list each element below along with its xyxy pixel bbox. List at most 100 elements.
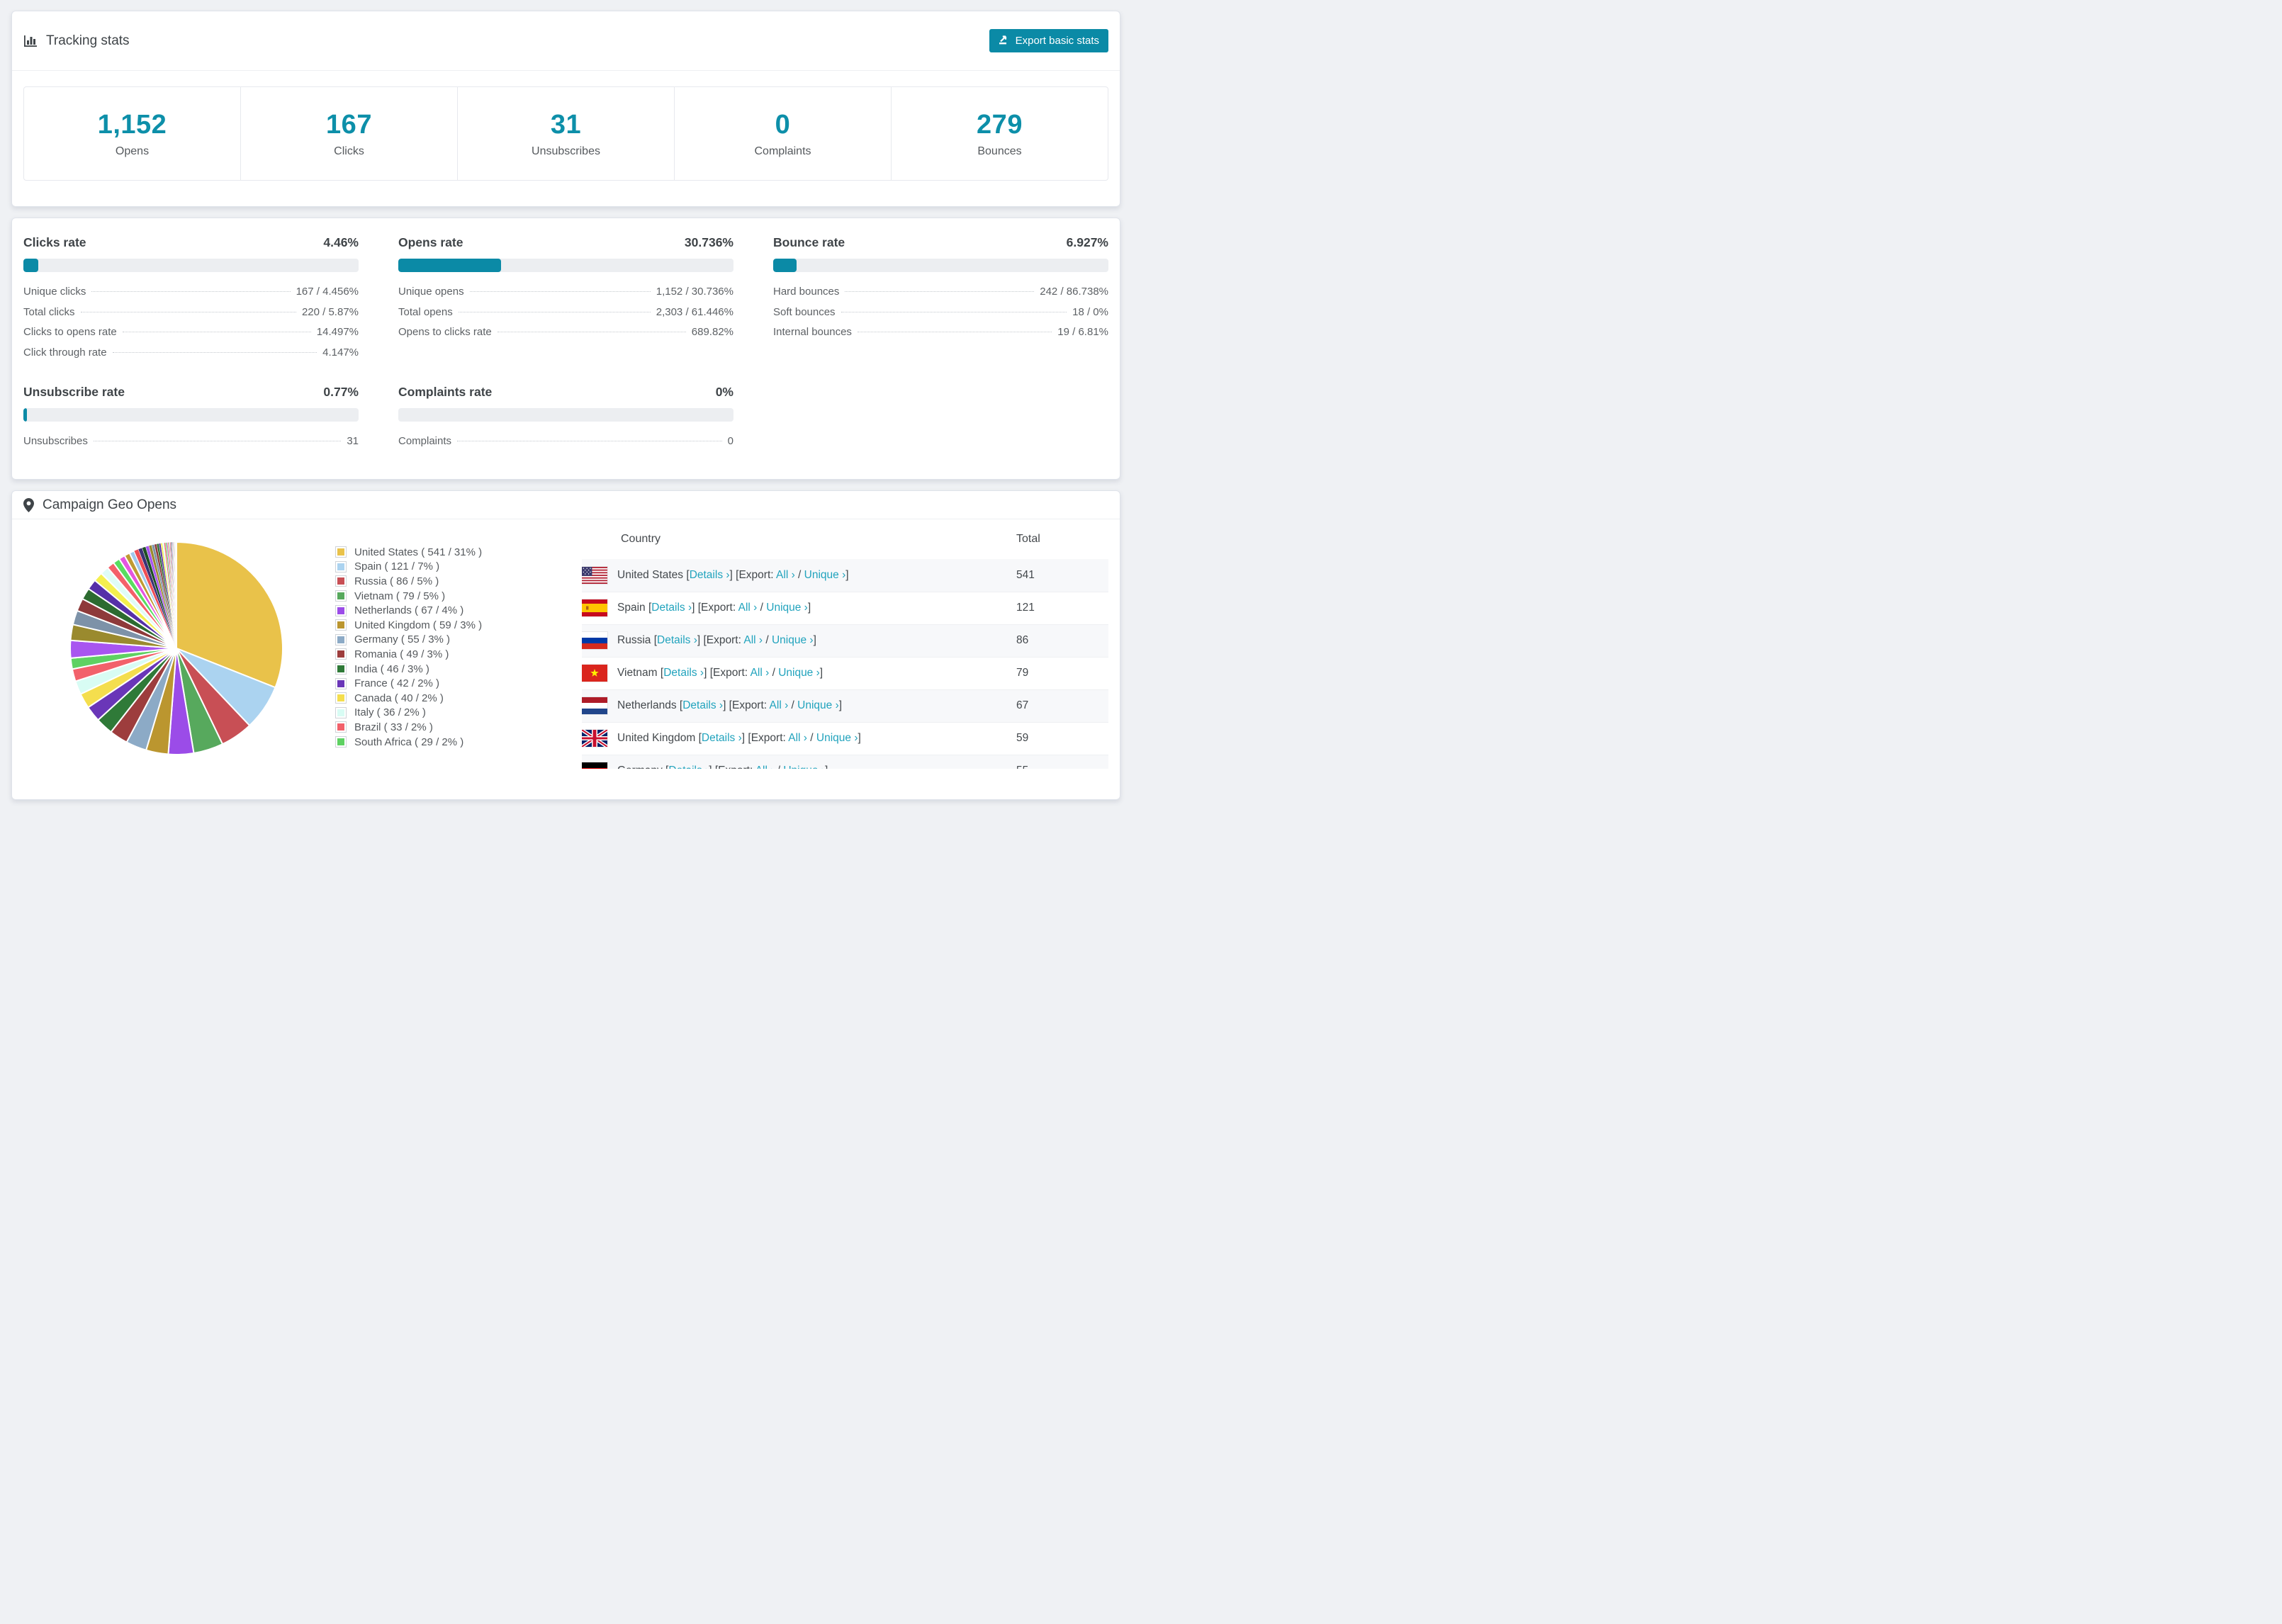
export-basic-stats-button[interactable]: Export basic stats (989, 29, 1108, 52)
metric-label: Unique clicks (23, 286, 86, 298)
details-link[interactable]: Details › (690, 569, 730, 581)
metric-row: Complaints 0 (398, 435, 734, 456)
bounces-label: Bounces (977, 145, 1022, 157)
export-unique-link[interactable]: Unique › (783, 765, 825, 769)
export-unique-link[interactable]: Unique › (766, 602, 808, 614)
export-all-link[interactable]: All › (751, 667, 770, 679)
country-name: United Kingdom (617, 732, 696, 745)
legend-item[interactable]: Italy ( 36 / 2% ) (335, 706, 582, 721)
legend-label: Spain ( 121 / 7% ) (354, 560, 440, 573)
legend-label: France ( 42 / 2% ) (354, 677, 440, 690)
legend-item[interactable]: Germany ( 55 / 3% ) (335, 633, 582, 648)
export-icon (999, 34, 1009, 47)
rate-value: 30.736% (684, 235, 734, 249)
export-all-link[interactable]: All › (776, 569, 795, 581)
export-all-link[interactable]: All › (755, 765, 775, 769)
dotted-leader (845, 291, 1035, 292)
legend-swatch (335, 633, 347, 645)
export-unique-link[interactable]: Unique › (797, 699, 839, 711)
rate-title: Unsubscribe rate (23, 385, 125, 399)
rate-value: 4.46% (323, 235, 359, 249)
geo-opens-header: Campaign Geo Opens (12, 491, 1120, 519)
rate-section: Opens rate 30.736% Unique opens 1,152 / … (398, 235, 734, 366)
metric-value: 242 / 86.738% (1040, 286, 1108, 298)
export-unique-link[interactable]: Unique › (772, 634, 814, 646)
pie-legend: United States ( 541 / 31% ) Spain ( 121 /… (335, 545, 582, 769)
details-link[interactable]: Details › (651, 602, 692, 614)
stats-summary-row: 1,152 Opens 167 Clicks 31 Unsubscribes 0… (23, 86, 1108, 181)
geo-table-row: Netherlands [Details ›] [Export: All › /… (582, 689, 1108, 722)
legend-item[interactable]: Spain ( 121 / 7% ) (335, 560, 582, 575)
opens-count: 1,152 (97, 109, 167, 140)
details-link[interactable]: Details › (702, 732, 742, 744)
legend-swatch (335, 648, 347, 660)
legend-swatch (335, 590, 347, 602)
complaints-count: 0 (775, 109, 791, 140)
legend-item[interactable]: Netherlands ( 67 / 4% ) (335, 603, 582, 618)
map-pin-icon (23, 497, 34, 512)
details-link[interactable]: Details › (668, 765, 709, 769)
progress-bar-fill (773, 259, 797, 272)
metric-label: Total clicks (23, 305, 75, 318)
unsubscribes-label: Unsubscribes (532, 145, 600, 157)
legend-item[interactable]: United Kingdom ( 59 / 3% ) (335, 618, 582, 633)
progress-bar (23, 259, 359, 272)
legend-item[interactable]: Canada ( 40 / 2% ) (335, 691, 582, 706)
geo-table-row: Spain [Details ›] [Export: All › / Uniqu… (582, 591, 1108, 624)
rates-grid: Clicks rate 4.46% Unique clicks 167 / 4.… (23, 235, 1108, 456)
legend-item[interactable]: Russia ( 86 / 5% ) (335, 574, 582, 589)
legend-label: India ( 46 / 3% ) (354, 662, 429, 675)
details-link[interactable]: Details › (682, 699, 723, 711)
legend-item[interactable]: Brazil ( 33 / 2% ) (335, 720, 582, 735)
legend-label: South Africa ( 29 / 2% ) (354, 735, 464, 748)
export-all-link[interactable]: All › (788, 732, 807, 744)
legend-item[interactable]: United States ( 541 / 31% ) (335, 545, 582, 560)
metric-row: Unsubscribes 31 (23, 435, 359, 456)
metric-label: Internal bounces (773, 326, 852, 338)
export-unique-link[interactable]: Unique › (816, 732, 858, 744)
export-all-link[interactable]: All › (738, 602, 758, 614)
metric-label: Click through rate (23, 346, 107, 359)
country-total: 121 (1016, 591, 1108, 624)
clicks-label: Clicks (334, 145, 364, 157)
legend-item[interactable]: Vietnam ( 79 / 5% ) (335, 589, 582, 604)
stat-clicks: 167 Clicks (240, 87, 457, 180)
stat-bounces: 279 Bounces (891, 87, 1108, 180)
legend-item[interactable]: France ( 42 / 2% ) (335, 676, 582, 691)
country-total: 541 (1016, 568, 1035, 581)
legend-item[interactable]: Romania ( 49 / 3% ) (335, 647, 582, 662)
legend-swatch (335, 706, 347, 718)
rate-section: Bounce rate 6.927% Hard bounces 242 / 86… (773, 235, 1108, 366)
bounces-count: 279 (977, 109, 1023, 140)
metric-row: Click through rate 4.147% (23, 346, 359, 367)
legend-label: Netherlands ( 67 / 4% ) (354, 604, 464, 617)
metric-value: 220 / 5.87% (301, 305, 359, 318)
export-all-link[interactable]: All › (770, 699, 789, 711)
export-unique-link[interactable]: Unique › (778, 667, 820, 679)
progress-bar (23, 408, 359, 422)
ru-flag-icon (582, 631, 608, 650)
nl-flag-icon (582, 697, 608, 715)
us-flag-icon (582, 565, 608, 585)
rate-value: 0% (715, 385, 734, 399)
legend-label: Canada ( 40 / 2% ) (354, 692, 444, 704)
geo-table-row: Vietnam [Details ›] [Export: All › / Uni… (582, 656, 1108, 689)
legend-label: Brazil ( 33 / 2% ) (354, 721, 433, 733)
legend-item[interactable]: South Africa ( 29 / 2% ) (335, 735, 582, 750)
export-all-link[interactable]: All › (743, 634, 763, 646)
metric-value: 14.497% (316, 326, 359, 338)
legend-swatch (335, 604, 347, 616)
rate-section: Complaints rate 0% Complaints 0 (398, 385, 734, 456)
metric-row: Unique opens 1,152 / 30.736% (398, 286, 734, 306)
legend-item[interactable]: India ( 46 / 3% ) (335, 662, 582, 677)
geo-table-row: Russia [Details ›] [Export: All › / Uniq… (582, 624, 1108, 657)
details-link[interactable]: Details › (663, 667, 704, 679)
metric-value: 1,152 / 30.736% (656, 286, 734, 298)
export-unique-link[interactable]: Unique › (804, 569, 846, 581)
country-total: 59 (1016, 721, 1108, 755)
metric-row: Hard bounces 242 / 86.738% (773, 286, 1108, 306)
geo-opens-card: Campaign Geo Opens United States ( 541 /… (11, 490, 1120, 800)
bar-chart-icon (23, 34, 38, 48)
details-link[interactable]: Details › (657, 634, 697, 646)
metric-label: Unique opens (398, 286, 464, 298)
